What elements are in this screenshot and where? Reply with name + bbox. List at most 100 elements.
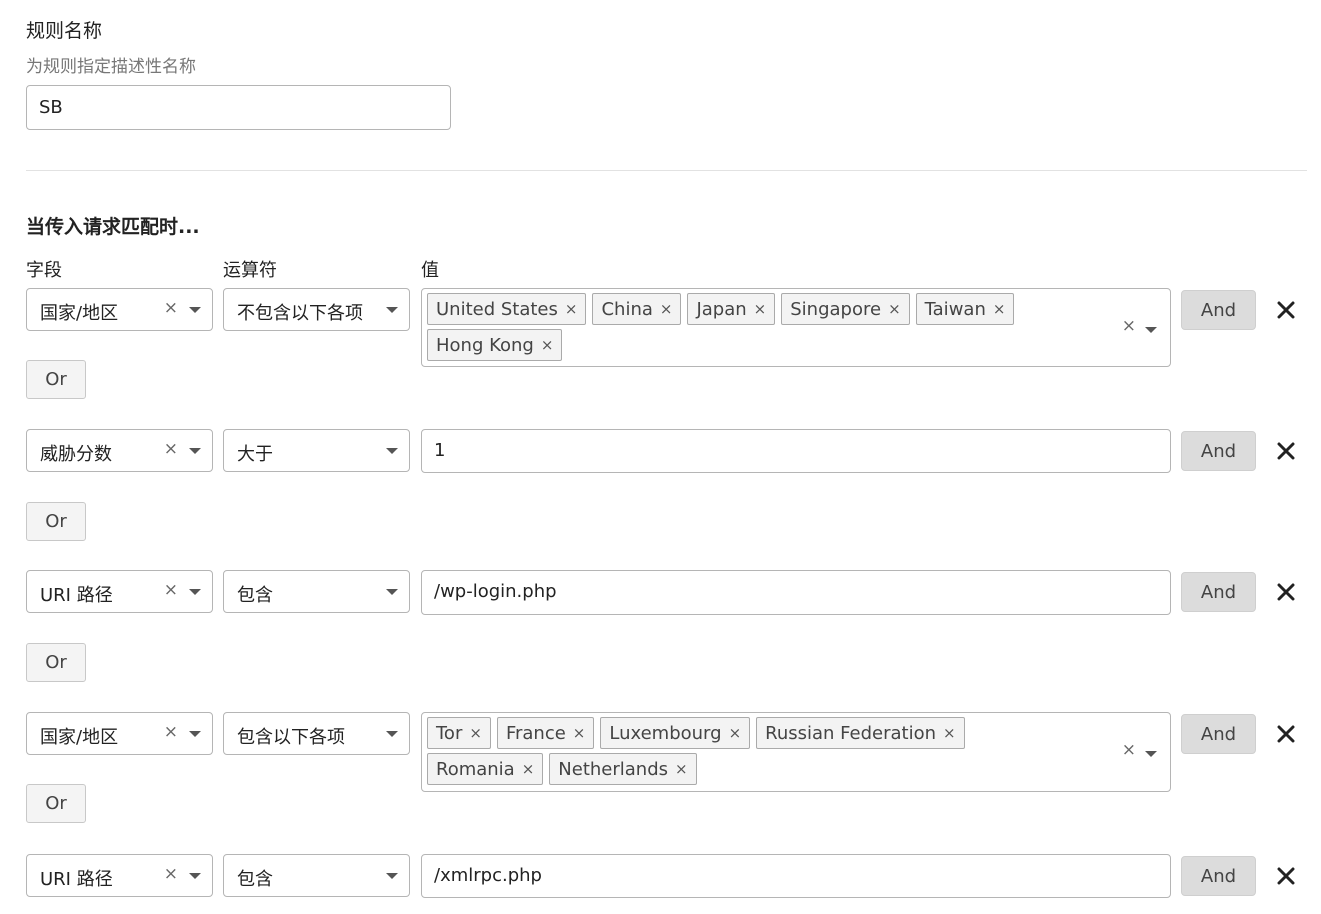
and-button[interactable]: And (1181, 290, 1256, 330)
field-select[interactable]: 国家/地区 × (26, 288, 213, 331)
value-tag: Russian Federation × (756, 717, 965, 749)
tag-remove-icon[interactable]: × (993, 300, 1006, 318)
value-tag-label: Singapore (790, 298, 882, 320)
operator-select[interactable]: 包含以下各项 (223, 712, 410, 755)
chevron-down-icon[interactable] (189, 448, 201, 454)
value-tag: Luxembourg × (600, 717, 751, 749)
tag-list: Tor × France × Luxembourg × Russian Federation… (427, 717, 1087, 789)
value-tag-label: Hong Kong (436, 334, 534, 356)
value-multiselect[interactable]: Tor × France × Luxembourg × Russian Federation… (421, 712, 1171, 792)
operator-select[interactable]: 包含 (223, 854, 410, 897)
value-input[interactable]: /wp-login.php (421, 570, 1171, 615)
field-select[interactable]: 威胁分数 × (26, 429, 213, 472)
field-select-value: 威胁分数 (40, 444, 112, 465)
close-icon[interactable] (1274, 580, 1298, 604)
close-icon[interactable] (1274, 864, 1298, 888)
field-select-value: 国家/地区 (40, 303, 119, 324)
value-tag-label: United States (436, 298, 558, 320)
or-button[interactable]: Or (26, 502, 86, 541)
value-tag-label: Japan (696, 298, 747, 320)
value-tag-label: France (505, 722, 566, 744)
chevron-down-icon[interactable] (386, 873, 398, 879)
chevron-down-icon[interactable] (189, 307, 201, 313)
clear-icon[interactable]: × (164, 722, 178, 742)
chevron-down-icon[interactable] (189, 873, 201, 879)
close-icon[interactable] (1274, 722, 1298, 746)
clear-icon[interactable]: × (164, 580, 178, 600)
operator-select[interactable]: 包含 (223, 570, 410, 613)
value-tag: Singapore × (781, 293, 910, 325)
or-button[interactable]: Or (26, 643, 86, 682)
column-header-field: 字段 (26, 260, 62, 281)
tag-remove-icon[interactable]: × (729, 724, 742, 742)
field-select-value: URI 路径 (40, 585, 113, 606)
tag-remove-icon[interactable]: × (573, 724, 586, 742)
field-select[interactable]: URI 路径 × (26, 570, 213, 613)
value-tag-label: Luxembourg (609, 722, 722, 744)
operator-select[interactable]: 大于 (223, 429, 410, 472)
operator-select[interactable]: 不包含以下各项 (223, 288, 410, 331)
close-icon[interactable] (1274, 298, 1298, 322)
close-icon[interactable] (1274, 439, 1298, 463)
chevron-down-icon[interactable] (1145, 751, 1157, 757)
tag-remove-icon[interactable]: × (469, 724, 482, 742)
chevron-down-icon[interactable] (189, 731, 201, 737)
or-button[interactable]: Or (26, 784, 86, 823)
operator-select-value: 大于 (237, 444, 273, 465)
value-multiselect[interactable]: United States × China × Japan × Singapore × Taiw… (421, 288, 1171, 367)
value-input[interactable]: /xmlrpc.php (421, 854, 1171, 898)
operator-select-value: 包含以下各项 (237, 727, 345, 748)
value-tag: Netherlands × (549, 753, 697, 785)
and-button[interactable]: And (1181, 856, 1256, 896)
clear-icon[interactable]: × (1122, 316, 1136, 336)
tag-list: United States × China × Japan × Singapore × Taiw… (427, 293, 1087, 365)
and-button[interactable]: And (1181, 714, 1256, 754)
value-tag: Tor × (427, 717, 491, 749)
and-button[interactable]: And (1181, 431, 1256, 471)
clear-icon[interactable]: × (164, 864, 178, 884)
field-select[interactable]: URI 路径 × (26, 854, 213, 897)
value-tag: Romania × (427, 753, 544, 785)
match-section-title: 当传入请求匹配时... (26, 216, 200, 238)
value-tag-label: Netherlands (558, 758, 669, 780)
rule-name-input[interactable] (26, 85, 451, 130)
tag-remove-icon[interactable]: × (754, 300, 767, 318)
value-tag-label: Romania (436, 758, 515, 780)
chevron-down-icon[interactable] (386, 307, 398, 313)
tag-remove-icon[interactable]: × (660, 300, 673, 318)
operator-select-value: 包含 (237, 869, 273, 890)
rule-name-hint: 为规则指定描述性名称 (26, 57, 196, 77)
clear-icon[interactable]: × (164, 298, 178, 318)
value-text: /xmlrpc.php (434, 865, 542, 886)
field-select-value: URI 路径 (40, 869, 113, 890)
field-select-value: 国家/地区 (40, 727, 119, 748)
field-select[interactable]: 国家/地区 × (26, 712, 213, 755)
operator-select-value: 不包含以下各项 (237, 303, 363, 324)
clear-icon[interactable]: × (164, 439, 178, 459)
chevron-down-icon[interactable] (386, 589, 398, 595)
chevron-down-icon[interactable] (386, 448, 398, 454)
tag-remove-icon[interactable]: × (675, 760, 688, 778)
value-tag-label: Taiwan (924, 298, 986, 320)
column-header-operator: 运算符 (223, 260, 277, 281)
tag-remove-icon[interactable]: × (888, 300, 901, 318)
value-tag: China × (592, 293, 682, 325)
value-tag-label: China (601, 298, 653, 320)
tag-remove-icon[interactable]: × (541, 336, 554, 354)
chevron-down-icon[interactable] (386, 731, 398, 737)
value-tag: United States × (427, 293, 587, 325)
chevron-down-icon[interactable] (1145, 326, 1157, 333)
tag-remove-icon[interactable]: × (943, 724, 956, 742)
tag-remove-icon[interactable]: × (565, 300, 578, 318)
or-button[interactable]: Or (26, 360, 86, 399)
value-input[interactable]: 1 (421, 429, 1171, 473)
value-tag: Japan × (687, 293, 776, 325)
value-tag: Taiwan × (915, 293, 1015, 325)
chevron-down-icon[interactable] (189, 589, 201, 595)
column-header-value: 值 (421, 260, 439, 281)
operator-select-value: 包含 (237, 585, 273, 606)
divider (26, 170, 1307, 171)
and-button[interactable]: And (1181, 572, 1256, 612)
clear-icon[interactable]: × (1122, 740, 1136, 760)
tag-remove-icon[interactable]: × (522, 760, 535, 778)
